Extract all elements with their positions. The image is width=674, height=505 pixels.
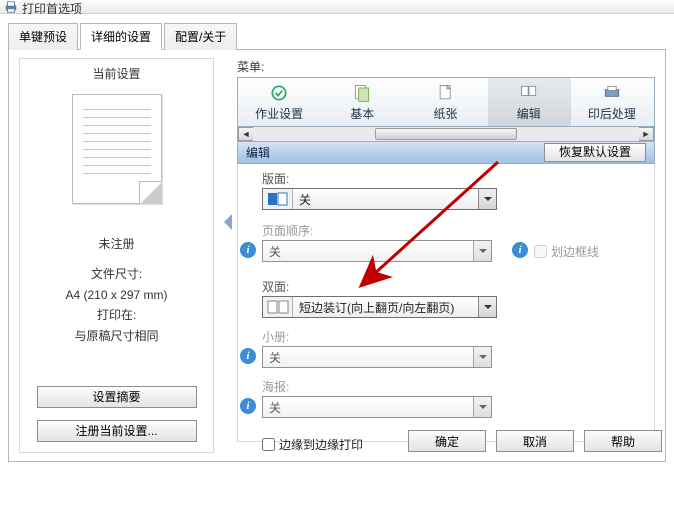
poster-value: 关 (263, 399, 473, 416)
layout-combo[interactable]: 关 (262, 188, 497, 210)
ok-button[interactable]: 确定 (408, 430, 486, 452)
toolbar-basic[interactable]: 基本 (321, 78, 404, 126)
chevron-down-icon (473, 347, 491, 367)
settings-info: 未注册 文件尺寸: A4 (210 x 297 mm) 打印在: 与原稿尺寸相同 (20, 234, 213, 346)
chevron-down-icon (478, 189, 496, 209)
border-checkbox-input (534, 245, 547, 258)
tab-detail[interactable]: 详细的设置 (80, 23, 162, 50)
paper-size-label: 文件尺寸: (20, 264, 213, 284)
edit-form: 版面: 关 i 页面顺序: 关 i (237, 164, 655, 442)
info-icon: i (240, 242, 256, 258)
toolbar-edit[interactable]: 编辑 (488, 78, 571, 126)
section-title: 编辑 (246, 144, 270, 161)
toolbar-finishing[interactable]: 印后处理 (571, 78, 654, 126)
poster-combo: 关 (262, 396, 492, 418)
restore-defaults-button[interactable]: 恢复默认设置 (544, 143, 646, 162)
print-on-value: 与原稿尺寸相同 (20, 326, 213, 346)
unregistered-label: 未注册 (20, 234, 213, 254)
dialog-buttons: 确定 取消 帮助 (408, 430, 662, 452)
booklet-value: 关 (263, 349, 473, 366)
info-icon: i (240, 398, 256, 414)
current-settings-panel: 当前设置 未注册 文件尺寸: A4 (210 x 297 mm) 打印在: 与原… (19, 58, 214, 453)
scroll-left-icon[interactable]: ◄ (238, 127, 253, 141)
page-preview-icon (72, 94, 162, 204)
poster-label: 海报: (262, 378, 646, 395)
menu-toolbar: 作业设置 基本 纸张 编辑 印后处理 (237, 77, 655, 127)
booklet-label: 小册: (262, 328, 646, 345)
chevron-down-icon (473, 397, 491, 417)
chevron-down-icon (473, 241, 491, 261)
edge-to-edge-checkbox[interactable]: 边缘到边缘打印 (262, 436, 363, 453)
current-settings-heading: 当前设置 (20, 59, 213, 86)
title-bar: 打印首选项 (0, 0, 674, 14)
chevron-down-icon (478, 297, 496, 317)
layout-label: 版面: (262, 170, 646, 187)
scroll-thumb[interactable] (375, 128, 516, 140)
collapse-indicator-icon[interactable] (224, 214, 232, 230)
tab-strip: 单键预设 详细的设置 配置/关于 (8, 22, 666, 50)
booklet-combo: 关 (262, 346, 492, 368)
paper-size-value: A4 (210 x 297 mm) (20, 285, 213, 305)
settings-summary-button[interactable]: 设置摘要 (37, 386, 197, 408)
cancel-button[interactable]: 取消 (496, 430, 574, 452)
toolbar-scrollbar[interactable]: ◄ ► (237, 127, 655, 142)
scroll-right-icon[interactable]: ► (639, 127, 654, 141)
edge-to-edge-input[interactable] (262, 438, 275, 451)
layout-combo-icon (263, 189, 293, 209)
register-settings-button[interactable]: 注册当前设置... (37, 420, 197, 442)
layout-value: 关 (293, 191, 478, 208)
page-order-combo: 关 (262, 240, 492, 262)
page-order-value: 关 (263, 243, 473, 260)
page-order-label: 页面顺序: (262, 222, 646, 239)
toolbar-job[interactable]: 作业设置 (238, 78, 321, 126)
duplex-label: 双面: (262, 278, 646, 295)
section-header: 编辑 恢复默认设置 (237, 142, 655, 164)
printer-icon (4, 0, 18, 14)
duplex-combo[interactable]: 短边装订(向上翻页/向左翻页) (262, 296, 497, 318)
border-checkbox: 划边框线 (534, 243, 599, 260)
info-icon: i (512, 242, 528, 258)
duplex-value: 短边装订(向上翻页/向左翻页) (293, 299, 478, 316)
tab-preset[interactable]: 单键预设 (8, 23, 78, 50)
menu-label: 菜单: (237, 58, 655, 75)
tab-about[interactable]: 配置/关于 (164, 23, 237, 50)
print-on-label: 打印在: (20, 305, 213, 325)
duplex-combo-icon (263, 297, 293, 317)
info-icon: i (240, 348, 256, 364)
help-button[interactable]: 帮助 (584, 430, 662, 452)
toolbar-paper[interactable]: 纸张 (404, 78, 487, 126)
